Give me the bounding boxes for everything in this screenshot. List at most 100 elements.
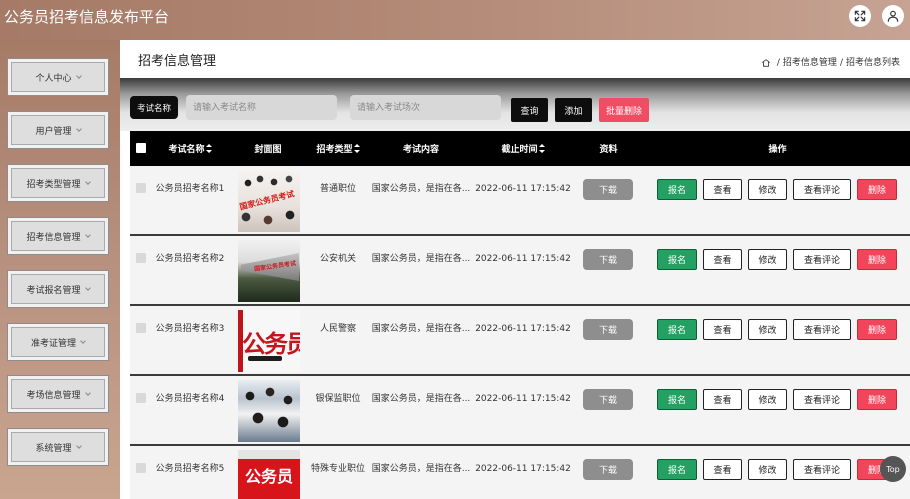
sidebar-item-admission-ticket-management[interactable]: 准考证管理 <box>7 323 109 361</box>
view-comments-button[interactable]: 查看评论 <box>793 319 851 340</box>
table-row: 公务员招考名称3 公务员 人民警察 国家公务员，是指在各... 2022-06-… <box>130 306 910 376</box>
column-header-materials: 资料 <box>572 131 645 166</box>
back-to-top-button[interactable]: Top <box>880 456 906 482</box>
sidebar-item-personal-center[interactable]: 个人中心 <box>7 58 109 96</box>
row-checkbox[interactable] <box>136 393 146 403</box>
home-icon[interactable] <box>761 58 771 68</box>
view-comments-button[interactable]: 查看评论 <box>793 389 851 410</box>
column-header-label: 截止时间 <box>501 145 538 155</box>
exam-content: 国家公务员，是指在各... <box>371 254 471 264</box>
row-checkbox[interactable] <box>136 323 146 333</box>
chevron-down-icon <box>80 337 86 344</box>
column-header-recruit-type[interactable]: 招考类型 <box>308 131 368 166</box>
sidebar-item-label: 用户管理 <box>35 126 72 137</box>
sidebar-item-recruit-info-management[interactable]: 招考信息管理 <box>7 217 109 255</box>
sidebar-item-label: 系统管理 <box>35 443 72 454</box>
sort-icon <box>205 144 212 153</box>
column-header-label: 考试内容 <box>402 145 439 155</box>
edit-button[interactable]: 修改 <box>748 249 787 270</box>
fullscreen-button[interactable] <box>849 5 871 27</box>
fullscreen-icon <box>854 10 866 22</box>
cover-image: 国家公务员考试 <box>238 170 300 232</box>
apply-button[interactable]: 报名 <box>657 179 697 200</box>
chevron-down-icon <box>84 389 91 396</box>
column-header-label: 资料 <box>599 145 618 155</box>
exam-name: 公务员招考名称3 <box>155 324 225 334</box>
cover-image: 公务员 <box>238 310 300 372</box>
view-button[interactable]: 查看 <box>703 459 742 480</box>
recruit-type: 公安机关 <box>319 254 356 264</box>
table-row: 公务员招考名称2 国家公务员考试 公安机关 国家公务员，是指在各... 2022… <box>130 236 910 306</box>
exam-name: 公务员招考名称1 <box>155 184 225 194</box>
cover-image: 国家公务员考试 <box>238 240 300 302</box>
view-button[interactable]: 查看 <box>703 389 742 410</box>
batch-delete-button[interactable]: 批量删除 <box>599 98 649 122</box>
download-button[interactable]: 下载 <box>583 389 633 410</box>
add-button[interactable]: 添加 <box>555 98 592 122</box>
delete-button[interactable]: 删除 <box>857 389 897 410</box>
query-button[interactable]: 查询 <box>511 98 548 122</box>
edit-button[interactable]: 修改 <box>748 389 787 410</box>
cover-image <box>238 380 300 442</box>
sidebar-item-label: 招考类型管理 <box>26 179 81 190</box>
exam-name-input[interactable] <box>186 95 337 120</box>
sort-icon <box>353 144 360 153</box>
view-button[interactable]: 查看 <box>703 249 742 270</box>
deadline: 2022-06-11 17:15:42 <box>475 324 571 334</box>
edit-button[interactable]: 修改 <box>748 319 787 340</box>
column-header-cover: 封面图 <box>228 131 308 166</box>
row-checkbox[interactable] <box>136 253 146 263</box>
sidebar: 个人中心 用户管理 招考类型管理 招考信息管理 考试报名管理 准考证管理 考场信… <box>0 40 120 499</box>
row-checkbox[interactable] <box>136 183 146 193</box>
sidebar-item-exam-registration-management[interactable]: 考试报名管理 <box>7 270 109 308</box>
chevron-down-icon <box>84 284 91 291</box>
sort-icon <box>538 144 545 153</box>
download-button[interactable]: 下载 <box>583 459 633 480</box>
apply-button[interactable]: 报名 <box>657 459 697 480</box>
download-button[interactable]: 下载 <box>583 179 633 200</box>
column-header-exam-name[interactable]: 考试名称 <box>152 131 228 166</box>
page-header: 招考信息管理 / 招考信息管理 / 招考信息列表 <box>120 41 910 78</box>
chevron-down-icon <box>84 231 91 238</box>
exam-name: 公务员招考名称5 <box>155 464 225 474</box>
cover-caption: 公务员 <box>244 467 293 486</box>
delete-button[interactable]: 删除 <box>857 319 897 340</box>
apply-button[interactable]: 报名 <box>657 389 697 410</box>
apply-button[interactable]: 报名 <box>657 249 697 270</box>
sidebar-item-user-management[interactable]: 用户管理 <box>7 111 109 149</box>
view-comments-button[interactable]: 查看评论 <box>793 459 851 480</box>
page-title: 招考信息管理 <box>138 54 217 69</box>
row-checkbox[interactable] <box>136 463 146 473</box>
download-button[interactable]: 下载 <box>583 319 633 340</box>
exam-content: 国家公务员，是指在各... <box>371 184 471 194</box>
view-comments-button[interactable]: 查看评论 <box>793 249 851 270</box>
sidebar-item-system-management[interactable]: 系统管理 <box>7 428 109 466</box>
apply-button[interactable]: 报名 <box>657 319 697 340</box>
column-header-deadline[interactable]: 截止时间 <box>474 131 572 166</box>
column-header-exam-content: 考试内容 <box>368 131 474 166</box>
exam-session-input[interactable] <box>350 95 501 120</box>
breadcrumb-item[interactable]: 招考信息管理 <box>783 57 837 69</box>
column-header-label: 操作 <box>768 145 787 155</box>
edit-button[interactable]: 修改 <box>748 179 787 200</box>
exam-name: 公务员招考名称4 <box>155 394 225 404</box>
view-button[interactable]: 查看 <box>703 319 742 340</box>
delete-button[interactable]: 删除 <box>857 249 897 270</box>
view-comments-button[interactable]: 查看评论 <box>793 179 851 200</box>
user-menu-button[interactable] <box>882 5 904 27</box>
recruit-type: 银保监职位 <box>315 394 361 404</box>
sidebar-item-recruit-type-management[interactable]: 招考类型管理 <box>7 164 109 202</box>
sidebar-item-exam-venue-management[interactable]: 考场信息管理 <box>7 375 109 413</box>
recruit-type: 特殊专业职位 <box>310 464 365 474</box>
breadcrumb-separator: / <box>776 58 780 68</box>
column-header-label: 招考类型 <box>316 145 353 155</box>
cover-decoration <box>248 356 282 361</box>
column-header-actions: 操作 <box>645 131 910 166</box>
deadline: 2022-06-11 17:15:42 <box>475 254 571 264</box>
edit-button[interactable]: 修改 <box>748 459 787 480</box>
chevron-down-icon <box>75 72 82 79</box>
delete-button[interactable]: 删除 <box>857 179 897 200</box>
download-button[interactable]: 下载 <box>583 249 633 270</box>
view-button[interactable]: 查看 <box>703 179 742 200</box>
select-all-checkbox[interactable] <box>136 143 146 153</box>
